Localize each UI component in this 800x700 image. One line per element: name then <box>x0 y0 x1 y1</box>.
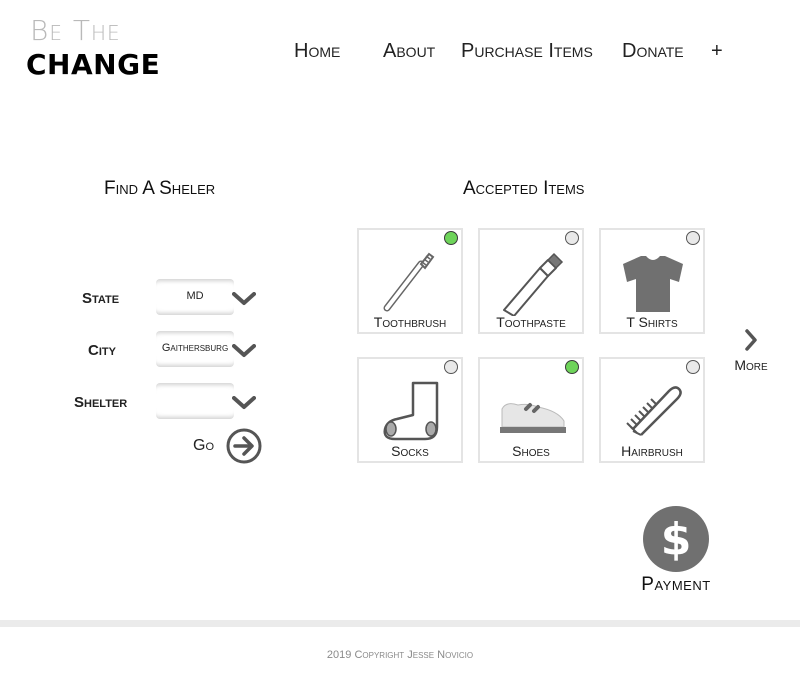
toothbrush-icon <box>383 252 435 312</box>
city-label: City <box>88 342 116 359</box>
item-select-radio[interactable] <box>686 231 700 245</box>
item-card-hairbrush[interactable]: Hairbrush <box>599 357 705 463</box>
payment-button[interactable]: $ Payment <box>628 506 724 596</box>
item-label: Socks <box>391 443 429 459</box>
nav-about[interactable]: About <box>383 40 435 63</box>
toothpaste-icon <box>503 252 564 316</box>
item-card-shoes[interactable]: Shoes <box>478 357 584 463</box>
accepted-items-title: Accepted Items <box>463 178 585 199</box>
city-value: Gaithersburg <box>161 342 229 354</box>
item-label: Toothbrush <box>373 314 447 330</box>
shoe-icon <box>500 403 566 433</box>
chevron-right-icon <box>745 329 757 351</box>
state-chevron-down-icon[interactable] <box>232 292 256 306</box>
hairbrush-icon <box>626 386 682 436</box>
item-select-radio[interactable] <box>444 360 458 374</box>
logo[interactable]: Be The CHANGE <box>26 14 160 82</box>
logo-wordmark: CHANGE <box>26 48 161 81</box>
payment-label: Payment <box>641 574 711 595</box>
nav-home[interactable]: Home <box>294 40 340 63</box>
item-select-radio[interactable] <box>565 231 579 245</box>
footer-divider <box>0 620 800 627</box>
item-select-radio[interactable] <box>686 360 700 374</box>
shelter-select[interactable] <box>156 383 234 419</box>
go-arrow-button-icon[interactable] <box>226 428 262 464</box>
nav-purchase-items[interactable]: Purchase Items <box>461 40 593 63</box>
state-label: State <box>82 290 120 307</box>
more-items-button[interactable]: More <box>728 328 774 373</box>
item-card-toothpaste[interactable]: Toothpaste <box>478 228 584 334</box>
more-label: More <box>734 357 768 373</box>
state-value: MD <box>186 290 204 302</box>
shelter-label: Shelter <box>74 394 128 411</box>
logo-tagline: Be The <box>30 14 121 47</box>
item-label: T Shirts <box>626 314 678 330</box>
find-shelter-title: Find A Sheler <box>104 178 216 199</box>
state-select[interactable]: MD <box>156 279 234 315</box>
sock-icon <box>383 381 439 441</box>
item-card-socks[interactable]: Socks <box>357 357 463 463</box>
item-label: Toothpaste <box>496 314 566 330</box>
footer-copyright: 2019 Copyright Jesse Novicio <box>326 649 474 661</box>
dollar-icon: $ <box>643 506 709 572</box>
item-card-toothbrush[interactable]: Toothbrush <box>357 228 463 334</box>
item-card-tshirts[interactable]: T Shirts <box>599 228 705 334</box>
nav-more-button[interactable]: + <box>711 40 723 63</box>
item-select-radio[interactable] <box>565 360 579 374</box>
go-label: Go <box>193 437 215 454</box>
item-label: Shoes <box>512 443 550 459</box>
tshirt-icon <box>623 256 683 312</box>
city-select[interactable]: Gaithersburg <box>156 331 234 367</box>
item-label: Hairbrush <box>621 443 683 459</box>
shelter-chevron-down-icon[interactable] <box>232 396 256 410</box>
nav-donate[interactable]: Donate <box>622 40 684 63</box>
item-select-radio[interactable] <box>444 231 458 245</box>
city-chevron-down-icon[interactable] <box>232 344 256 358</box>
